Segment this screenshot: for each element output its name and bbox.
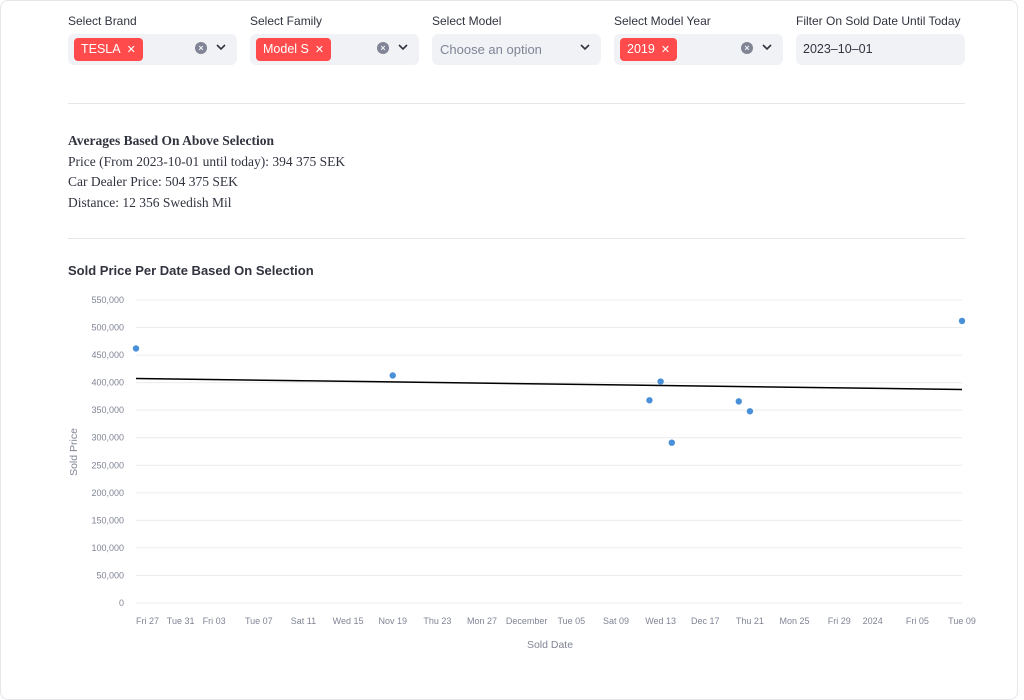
x-tick-label: Wed 13 [645, 616, 676, 626]
data-point [735, 398, 742, 405]
x-tick-label: Nov 19 [378, 616, 407, 626]
data-point [132, 345, 140, 352]
x-tick-label: Tue 31 [167, 616, 195, 626]
data-point [389, 372, 396, 379]
x-tick-label: Sat 09 [603, 616, 629, 626]
data-point [668, 439, 675, 446]
x-tick-label: Fri 27 [136, 616, 159, 626]
x-tick-label: Wed 15 [333, 616, 364, 626]
x-tick-label: Mon 27 [467, 616, 497, 626]
scatter-chart: 0 50,000 100,000 150,000 200,000 250,000 300,0… [68, 295, 976, 651]
data-point [958, 317, 966, 325]
x-tick-label: Dec 17 [691, 616, 720, 626]
x-tick-label: December [506, 616, 548, 626]
y-tick-label: 450,000 [91, 350, 124, 360]
y-tick-label: 150,000 [91, 515, 124, 525]
y-tick-label: 0 [119, 598, 124, 608]
x-tick-label: Fri 05 [906, 616, 929, 626]
y-tick-label: 50,000 [96, 570, 124, 580]
x-tick-label: 2024 [863, 616, 883, 626]
x-tick-label: Tue 07 [245, 616, 273, 626]
y-axis-title: Sold Price [68, 428, 80, 476]
y-tick-label: 350,000 [91, 405, 124, 415]
y-tick-label: 550,000 [91, 295, 124, 305]
x-tick-label: Fri 03 [203, 616, 226, 626]
y-tick-label: 200,000 [91, 488, 124, 498]
x-tick-label: Sat 11 [291, 616, 316, 626]
trend-line [135, 377, 963, 391]
x-tick-label: Tue 09 [948, 616, 976, 626]
x-tick-label: Thu 21 [736, 616, 764, 626]
data-point [646, 397, 653, 404]
x-axis-title: Sold Date [527, 639, 573, 651]
y-tick-label: 100,000 [91, 543, 124, 553]
x-tick-label: Thu 23 [423, 616, 451, 626]
data-point [746, 408, 754, 415]
y-tick-label: 500,000 [91, 323, 124, 333]
y-tick-label: 250,000 [91, 460, 124, 470]
y-tick-label: 300,000 [91, 433, 124, 443]
data-point [657, 378, 664, 385]
y-tick-label: 400,000 [91, 378, 124, 388]
x-tick-label: Tue 05 [557, 616, 585, 626]
x-tick-label: Fri 29 [828, 616, 851, 626]
x-tick-label: Mon 25 [780, 616, 810, 626]
